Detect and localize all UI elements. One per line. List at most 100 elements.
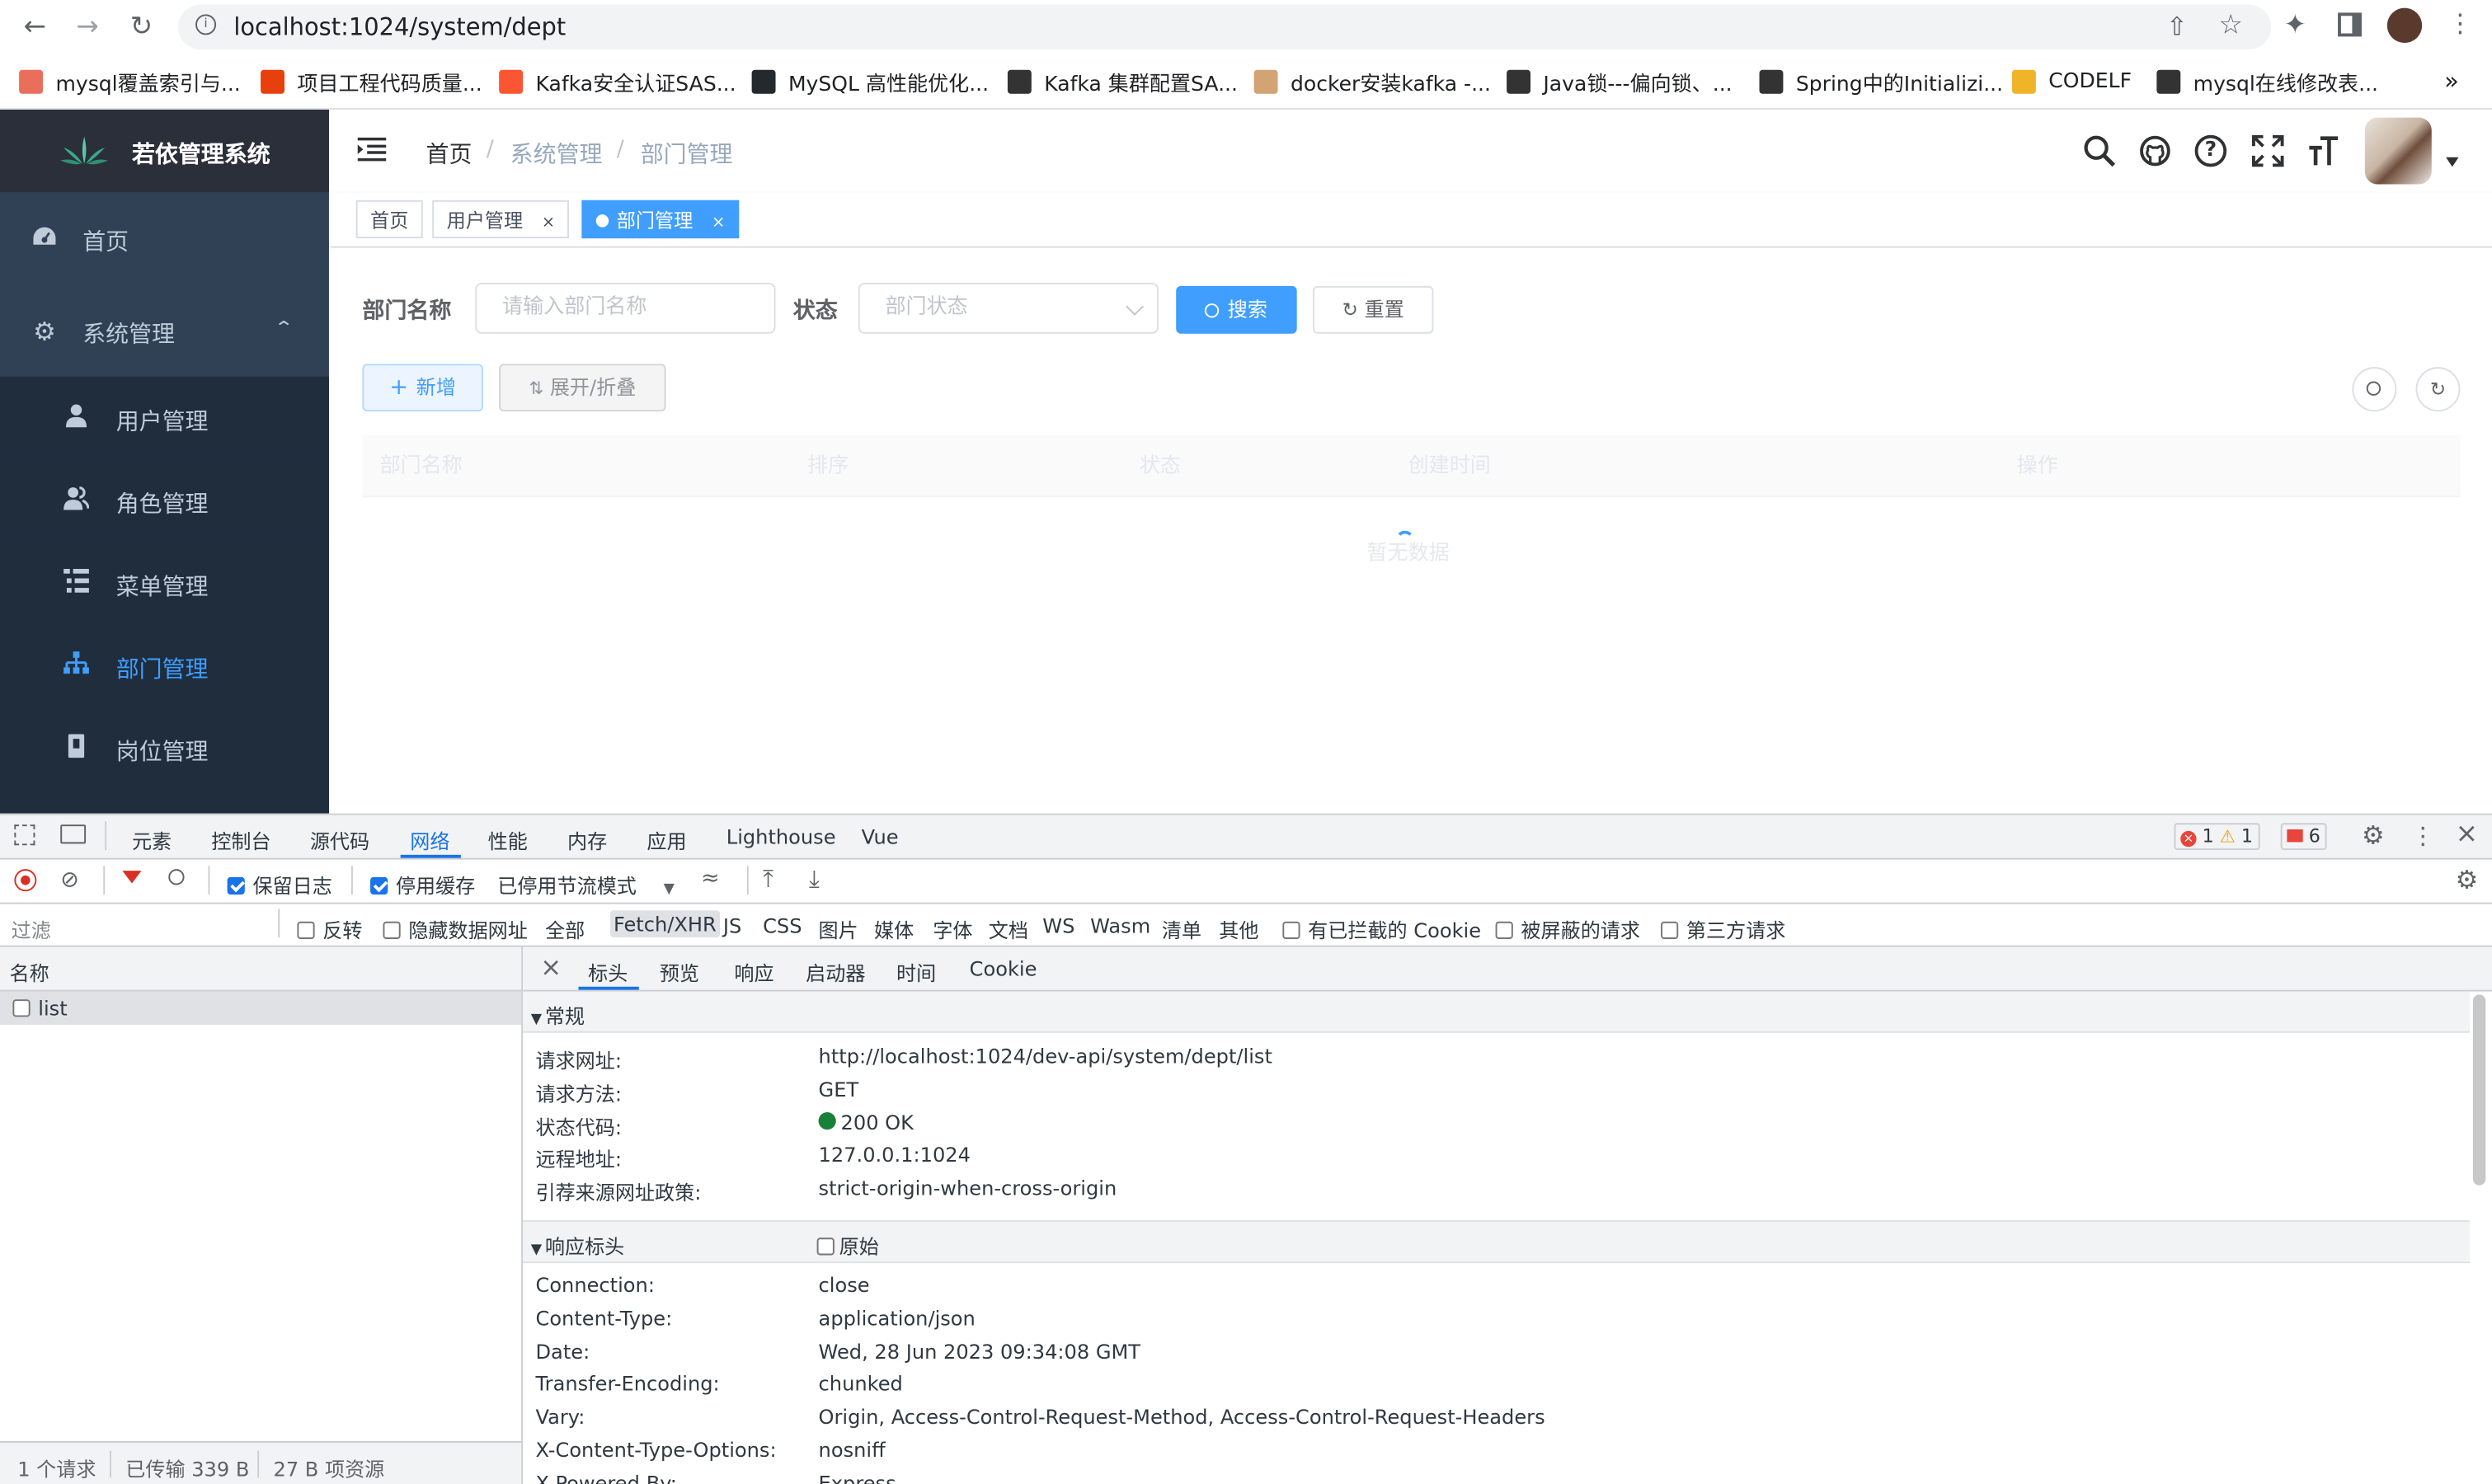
fullscreen-icon[interactable] <box>2251 134 2284 173</box>
search-icon[interactable] <box>168 869 185 885</box>
menu-item-post[interactable]: 岗位管理 <box>0 707 329 814</box>
forward-arrow-icon[interactable]: → <box>70 10 105 45</box>
dept-name-input[interactable]: 请输入部门名称 <box>475 283 776 334</box>
reset-button[interactable]: ↻ 重置 <box>1312 285 1434 334</box>
disable-cache-checkbox[interactable]: 停用缓存 <box>370 869 475 899</box>
response-header-value[interactable]: application/json <box>819 1306 976 1330</box>
general-value[interactable]: http://localhost:1024/dev-api/system/dep… <box>819 1044 1272 1068</box>
detail-tab[interactable]: 时间 <box>896 956 936 987</box>
network-settings-icon[interactable]: ⚙ <box>2456 864 2479 895</box>
search-button[interactable]: 搜索 <box>1176 285 1297 334</box>
name-column-header[interactable]: 名称 <box>10 956 49 987</box>
close-icon[interactable]: × <box>712 214 725 232</box>
address-bar[interactable]: i localhost:1024/system/dept ⇧ ☆ <box>177 4 2272 49</box>
bookmark-item[interactable]: docker安装kafka -... <box>1253 67 1491 96</box>
type-filter-6[interactable]: 字体 <box>933 913 972 944</box>
more-options-icon[interactable]: ⋮ <box>2411 821 2435 850</box>
bookmark-item[interactable]: CODELF <box>2011 67 2132 96</box>
devtools-tab[interactable]: 内存 <box>567 824 607 855</box>
type-filter-5[interactable]: 媒体 <box>874 913 914 944</box>
network-conditions-icon[interactable]: ≈ <box>701 866 720 891</box>
invert-checkbox[interactable]: 反转 <box>297 913 362 944</box>
bookmark-item[interactable]: Kafka 集群配置SA... <box>1007 67 1238 96</box>
type-filter-8[interactable]: WS <box>1042 913 1074 937</box>
blocked-requests-checkbox[interactable]: 被屏蔽的请求 <box>1495 913 1640 944</box>
add-button[interactable]: + 新增 <box>362 364 483 412</box>
record-icon[interactable] <box>14 869 37 892</box>
bookmark-item[interactable]: mysql在线修改表... <box>2156 67 2378 96</box>
upload-icon[interactable]: ⤒ <box>763 864 773 893</box>
refresh-button[interactable]: ↻ <box>2415 367 2461 412</box>
bookmark-star-icon[interactable]: ☆ <box>2219 10 2243 42</box>
side-panel-icon[interactable] <box>2338 12 2362 37</box>
user-avatar[interactable] <box>2364 117 2432 185</box>
close-icon[interactable]: × <box>542 214 555 232</box>
extensions-icon[interactable]: ✦ <box>2284 10 2306 42</box>
scrollbar-thumb[interactable] <box>2472 994 2486 1186</box>
devtools-tab[interactable]: 元素 <box>132 824 172 855</box>
close-devtools-icon[interactable]: × <box>2456 819 2478 851</box>
detail-tab[interactable]: 标头 <box>588 956 628 987</box>
caret-down-icon[interactable] <box>2446 157 2459 167</box>
device-toolbar-icon[interactable] <box>60 824 87 844</box>
type-filter-0[interactable]: 全部 <box>545 913 585 944</box>
menu-item-dept[interactable]: 部门管理 <box>0 624 329 707</box>
site-info-icon[interactable]: i <box>195 14 217 35</box>
profile-avatar-icon[interactable] <box>2386 7 2423 44</box>
type-filter-7[interactable]: 文档 <box>989 913 1028 944</box>
general-value[interactable]: 127.0.0.1:1024 <box>819 1143 971 1167</box>
hamburger-icon[interactable] <box>357 137 387 169</box>
third-party-checkbox[interactable]: 第三方请求 <box>1661 913 1785 944</box>
detail-tab[interactable]: 响应 <box>734 956 773 987</box>
bookmark-item[interactable]: Kafka安全认证SAS... <box>499 67 736 96</box>
tag-home[interactable]: 首页 <box>355 200 423 239</box>
devtools-tab[interactable]: 控制台 <box>211 824 270 855</box>
bookmark-item[interactable]: mysql覆盖索引与... <box>19 67 241 96</box>
type-filter-10[interactable]: 清单 <box>1162 913 1201 944</box>
devtools-tab[interactable]: Lighthouse <box>726 824 836 848</box>
general-value[interactable]: GET <box>819 1077 859 1101</box>
issues-badge[interactable]: 6 <box>2280 823 2327 851</box>
github-icon[interactable] <box>2139 135 2171 173</box>
general-value[interactable]: 200 OK <box>818 1110 914 1134</box>
search-icon[interactable] <box>2084 135 2116 173</box>
detail-tab[interactable]: 预览 <box>660 956 699 987</box>
throttling-select[interactable]: 已停用节流模式 ▼ <box>497 869 675 899</box>
question-icon[interactable]: ? <box>2194 134 2227 167</box>
type-filter-1[interactable]: Fetch/XHR <box>610 910 720 938</box>
type-filter-11[interactable]: 其他 <box>1219 913 1258 944</box>
detail-tab[interactable]: Cookie <box>970 956 1037 980</box>
filter-icon[interactable] <box>122 871 142 884</box>
devtools-tab[interactable]: Vue <box>862 824 899 848</box>
response-header-value[interactable]: Express <box>819 1471 896 1484</box>
browser-menu-icon[interactable]: ⋮ <box>2447 8 2473 39</box>
tag-dept[interactable]: 部门管理 × <box>581 200 740 239</box>
menu-item-user[interactable]: 用户管理 <box>0 376 329 459</box>
type-filter-9[interactable]: Wasm <box>1090 913 1150 937</box>
download-icon[interactable]: ⤓ <box>809 864 820 893</box>
devtools-tab[interactable]: 源代码 <box>310 824 369 855</box>
hide-data-urls-checkbox[interactable]: 隐藏数据网址 <box>383 913 528 944</box>
devtools-tab[interactable]: 性能 <box>488 824 528 855</box>
close-detail-icon[interactable]: × <box>540 951 562 982</box>
menu-item-system[interactable]: ⚙ 系统管理 ⌃ <box>0 291 329 373</box>
type-filter-2[interactable]: JS <box>723 913 741 937</box>
blocked-cookies-checkbox[interactable]: 有已拦截的 Cookie <box>1282 913 1481 944</box>
font-size-icon[interactable] <box>2307 135 2339 173</box>
tag-user[interactable]: 用户管理 × <box>432 200 570 239</box>
response-header-value[interactable]: Wed, 28 Jun 2023 09:34:08 GMT <box>819 1339 1140 1363</box>
toggle-search-button[interactable] <box>2352 367 2397 412</box>
menu-item-menu[interactable]: 菜单管理 <box>0 542 329 625</box>
breadcrumb-home[interactable]: 首页 <box>426 137 473 170</box>
devtools-tab[interactable]: 应用 <box>647 824 686 855</box>
menu-item-role[interactable]: 角色管理 <box>0 458 329 542</box>
menu-item-home[interactable]: 首页 <box>0 199 329 281</box>
response-header-value[interactable]: chunked <box>819 1372 903 1396</box>
status-select[interactable]: 部门状态 <box>858 283 1159 334</box>
filter-input[interactable]: 过滤 <box>11 913 50 944</box>
bookmark-item[interactable]: Spring中的Initializi... <box>1759 67 2003 96</box>
console-badges[interactable]: × 1 ⚠ 1 <box>2174 823 2259 851</box>
url-text[interactable]: localhost:1024/system/dept <box>233 12 566 41</box>
more-bookmarks-icon[interactable]: » <box>2444 67 2459 96</box>
bookmark-item[interactable]: Java锁---偏向锁、... <box>1507 67 1733 96</box>
